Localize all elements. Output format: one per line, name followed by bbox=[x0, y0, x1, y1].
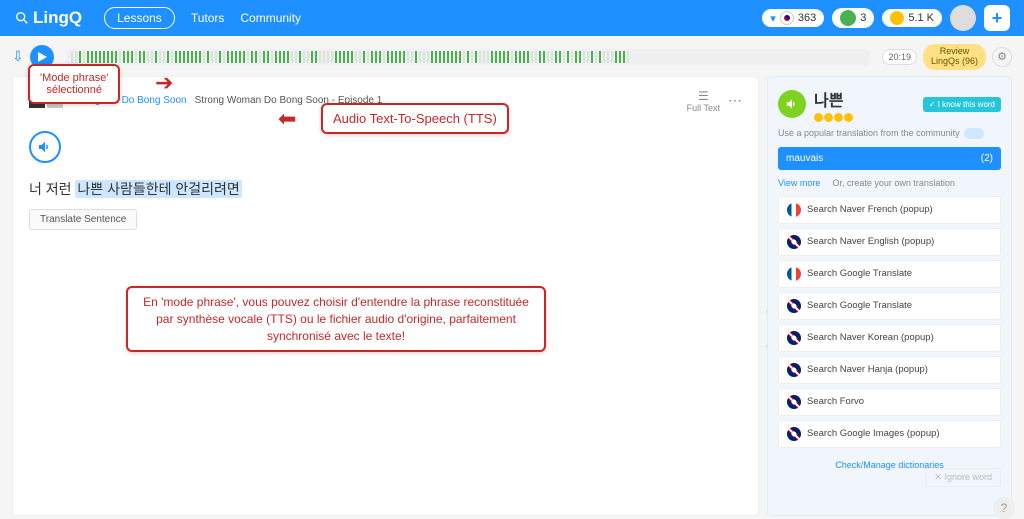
arrow-icon: ⬅ bbox=[278, 106, 296, 132]
add-button[interactable]: + bbox=[984, 5, 1010, 31]
dictionary-label: Search Naver English (popup) bbox=[807, 236, 934, 247]
word-coins bbox=[814, 113, 853, 122]
download-icon[interactable]: ⇩ bbox=[12, 48, 24, 65]
nav-community[interactable]: Community bbox=[240, 11, 301, 25]
flag-uk-icon bbox=[787, 395, 801, 409]
apple-count: 3 bbox=[860, 12, 866, 24]
fulltext-label: Full Text bbox=[687, 103, 720, 113]
flag-france-icon bbox=[787, 203, 801, 217]
flag-uk-icon bbox=[787, 299, 801, 313]
main-nav: Lessons Tutors Community bbox=[104, 7, 301, 29]
dictionary-label: Search Naver Korean (popup) bbox=[807, 332, 934, 343]
coin-badge[interactable]: 5.1 K bbox=[882, 9, 942, 27]
avatar[interactable] bbox=[950, 5, 976, 31]
view-more-link[interactable]: View more bbox=[778, 178, 820, 188]
tag-text: mauvais bbox=[786, 153, 823, 164]
arrow-icon: ➔ bbox=[155, 70, 173, 96]
annotation-explain: En 'mode phrase', vous pouvez choisir d'… bbox=[126, 286, 546, 352]
create-translation-link[interactable]: Or, create your own translation bbox=[832, 178, 955, 188]
dictionary-label: Search Forvo bbox=[807, 396, 864, 407]
flag-korea-icon bbox=[780, 11, 794, 25]
settings-button[interactable]: ⚙ bbox=[992, 47, 1012, 67]
apple-icon bbox=[840, 10, 856, 26]
nav-tutors[interactable]: Tutors bbox=[191, 11, 225, 25]
word-title: 나쁜 bbox=[814, 87, 853, 111]
flag-uk-icon bbox=[787, 363, 801, 377]
dictionary-item[interactable]: Search Google Translate bbox=[778, 292, 1001, 320]
dictionary-label: Search Google Translate bbox=[807, 268, 912, 279]
annotation-mode-phrase: 'Mode phrase' sélectionné bbox=[28, 64, 120, 104]
flag-uk-icon bbox=[787, 235, 801, 249]
review-count: LingQs (96) bbox=[931, 57, 978, 67]
progress-time: 20:19 bbox=[882, 49, 917, 65]
community-toggle[interactable] bbox=[964, 128, 984, 139]
streak-count: 363 bbox=[798, 12, 816, 24]
top-bar: LingQ Lessons Tutors Community ▾ 363 3 5… bbox=[0, 0, 1024, 36]
dictionary-label: Search Naver French (popup) bbox=[807, 204, 933, 215]
streak-badge[interactable]: ▾ 363 bbox=[762, 9, 824, 27]
tts-button[interactable] bbox=[29, 131, 61, 163]
coin-icon bbox=[890, 11, 904, 25]
progress-bar[interactable] bbox=[66, 49, 871, 65]
ignore-word-button[interactable]: ✕ Ignore word bbox=[925, 468, 1001, 487]
help-button[interactable]: ? bbox=[993, 497, 1015, 519]
dictionary-item[interactable]: Search Google Translate bbox=[778, 260, 1001, 288]
know-word-button[interactable]: ✓ I know this word bbox=[923, 97, 1001, 112]
dictionary-label: Search Google Translate bbox=[807, 300, 912, 311]
nav-lessons[interactable]: Lessons bbox=[104, 7, 175, 29]
flag-uk-icon bbox=[787, 427, 801, 441]
community-hint: Use a popular translation from the commu… bbox=[778, 128, 1001, 139]
dictionary-label: Search Naver Hanja (popup) bbox=[807, 364, 928, 375]
logo-text: LingQ bbox=[33, 8, 82, 28]
play-icon bbox=[37, 52, 47, 62]
dictionary-item[interactable]: Search Naver Korean (popup) bbox=[778, 324, 1001, 352]
flag-france-icon bbox=[787, 267, 801, 281]
review-lingqs-button[interactable]: Review LingQs (96) bbox=[923, 44, 986, 70]
more-button[interactable]: ⋯ bbox=[728, 92, 742, 109]
sentence-text[interactable]: 너 저런 나쁜 사람들한테 안걸리려면 bbox=[29, 179, 742, 199]
sentence-prefix: 너 저런 bbox=[29, 181, 75, 197]
dictionary-item[interactable]: Search Naver Hanja (popup) bbox=[778, 356, 1001, 384]
tag-count: (2) bbox=[981, 153, 993, 164]
coin-count: 5.1 K bbox=[908, 12, 934, 24]
dictionary-item[interactable]: Search Google Images (popup) bbox=[778, 420, 1001, 448]
dictionary-item[interactable]: Search Forvo bbox=[778, 388, 1001, 416]
topbar-right: ▾ 363 3 5.1 K + bbox=[762, 5, 1010, 31]
speaker-icon bbox=[785, 97, 799, 111]
logo[interactable]: LingQ bbox=[14, 8, 82, 28]
dictionary-item[interactable]: Search Naver French (popup) bbox=[778, 196, 1001, 224]
apple-badge[interactable]: 3 bbox=[832, 8, 874, 28]
annotation-tts: Audio Text-To-Speech (TTS) bbox=[321, 103, 509, 134]
translation-tag[interactable]: mauvais (2) bbox=[778, 147, 1001, 170]
fulltext-button[interactable]: ☰ Full Text bbox=[687, 89, 720, 113]
flag-uk-icon bbox=[787, 331, 801, 345]
highlighted-words[interactable]: 나쁜 사람들한테 안걸리려면 bbox=[75, 180, 241, 198]
speak-word-button[interactable] bbox=[778, 90, 806, 118]
logo-icon bbox=[14, 10, 30, 26]
word-panel: 나쁜 ✓ I know this word Use a popular tran… bbox=[767, 76, 1012, 516]
dictionary-label: Search Google Images (popup) bbox=[807, 428, 940, 439]
dictionary-item[interactable]: Search Naver English (popup) bbox=[778, 228, 1001, 256]
dictionary-list: Search Naver French (popup) Search Naver … bbox=[778, 196, 1001, 448]
progress-ticks bbox=[66, 49, 871, 65]
translate-button[interactable]: Translate Sentence bbox=[29, 209, 137, 230]
speaker-icon bbox=[37, 139, 53, 155]
